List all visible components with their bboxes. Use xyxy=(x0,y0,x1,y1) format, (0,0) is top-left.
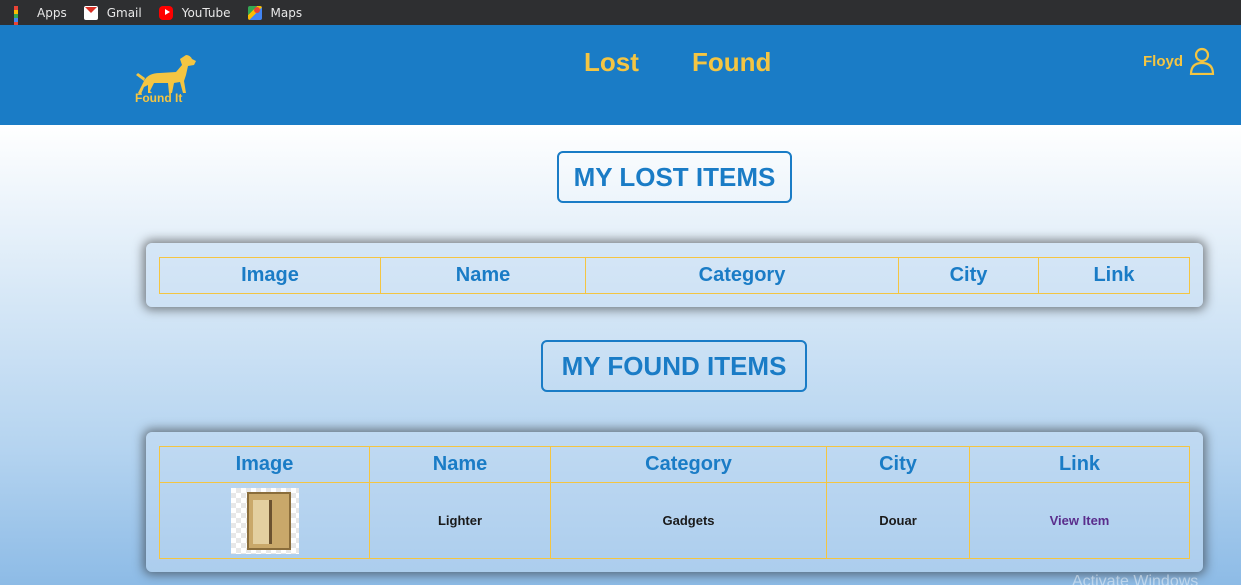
item-city: Douar xyxy=(826,482,970,559)
view-item-link[interactable]: View Item xyxy=(1050,513,1110,528)
site-header: Found It Lost Found Floyd xyxy=(0,25,1241,125)
lighter-thumbnail[interactable] xyxy=(230,487,299,554)
found-items-card: Image Name Category City Link Lighter Ga… xyxy=(146,432,1203,572)
bookmark-apps[interactable]: Apps xyxy=(14,5,67,42)
column-header-link: Link xyxy=(969,446,1190,483)
user-menu[interactable]: Floyd xyxy=(1143,47,1215,75)
lost-items-card: Image Name Category City Link xyxy=(146,243,1203,307)
main-content: MY LOST ITEMS Image Name Category City L… xyxy=(0,125,1241,585)
youtube-icon xyxy=(158,5,173,20)
apps-grid-icon xyxy=(14,5,28,42)
item-image-cell xyxy=(159,482,370,559)
user-name: Floyd xyxy=(1143,52,1183,70)
nav-lost-link[interactable]: Lost xyxy=(584,47,639,78)
column-header-name: Name xyxy=(380,257,586,294)
column-header-category: Category xyxy=(585,257,899,294)
logo-text: Found It xyxy=(135,91,183,105)
maps-icon xyxy=(247,5,262,20)
column-header-city: City xyxy=(898,257,1039,294)
bookmark-label: Gmail xyxy=(106,5,142,20)
bookmark-label: Apps xyxy=(37,5,67,20)
item-link-cell: View Item xyxy=(969,482,1190,559)
table-row: Lighter Gadgets Douar View Item xyxy=(159,482,1190,559)
bookmark-gmail[interactable]: Gmail xyxy=(83,5,142,20)
found-items-table: Image Name Category City Link Lighter Ga… xyxy=(159,446,1190,559)
column-header-image: Image xyxy=(159,257,381,294)
lost-items-title: MY LOST ITEMS xyxy=(557,151,792,203)
bookmark-label: YouTube xyxy=(181,5,231,20)
bookmark-youtube[interactable]: YouTube xyxy=(158,5,231,20)
found-items-title: MY FOUND ITEMS xyxy=(541,340,807,392)
item-category: Gadgets xyxy=(550,482,827,559)
bookmark-maps[interactable]: Maps xyxy=(247,5,303,20)
nav-found-link[interactable]: Found xyxy=(692,47,771,78)
column-header-city: City xyxy=(826,446,970,483)
column-header-name: Name xyxy=(369,446,551,483)
table-header-row: Image Name Category City Link xyxy=(159,446,1190,483)
column-header-category: Category xyxy=(550,446,827,483)
lost-items-table: Image Name Category City Link xyxy=(159,257,1190,294)
item-name: Lighter xyxy=(369,482,551,559)
gmail-icon xyxy=(83,5,98,20)
activate-windows-watermark: Activate Windows xyxy=(1072,573,1199,585)
user-icon xyxy=(1189,47,1215,75)
bookmarks-bar: Apps Gmail YouTube Maps xyxy=(0,0,1241,42)
column-header-image: Image xyxy=(159,446,370,483)
column-header-link: Link xyxy=(1038,257,1190,294)
bookmark-label: Maps xyxy=(270,5,303,20)
table-header-row: Image Name Category City Link xyxy=(159,257,1190,294)
